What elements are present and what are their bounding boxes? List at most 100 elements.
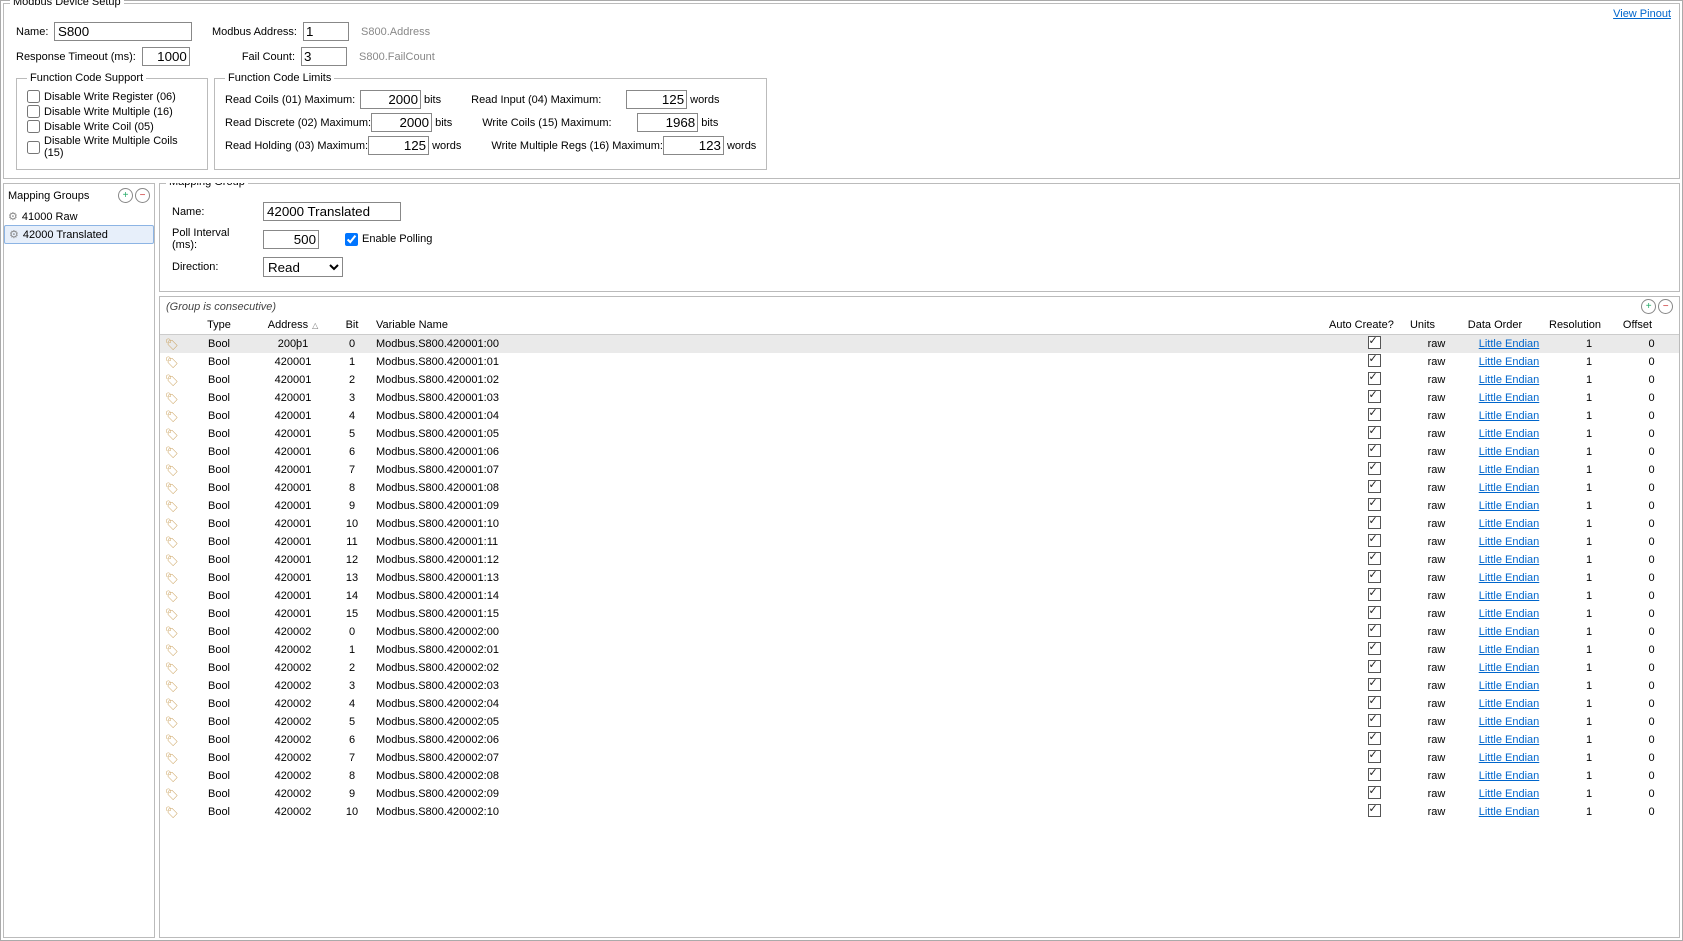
- auto-create-checkbox[interactable]: [1368, 354, 1381, 367]
- auto-create-checkbox[interactable]: [1368, 336, 1381, 349]
- auto-create-checkbox[interactable]: [1368, 390, 1381, 403]
- cell-address[interactable]: 420002: [254, 716, 332, 728]
- write-multi-max-input[interactable]: [663, 136, 724, 155]
- table-row[interactable]: 🏷Bool4200022Modbus.S800.420002:02rawLitt…: [160, 659, 1679, 677]
- data-order-link[interactable]: Little Endian: [1479, 734, 1540, 746]
- col-units[interactable]: Units: [1395, 316, 1450, 334]
- auto-create-checkbox[interactable]: [1368, 660, 1381, 673]
- table-row[interactable]: 🏷Bool42000115Modbus.S800.420001:15rawLit…: [160, 605, 1679, 623]
- remove-group-button[interactable]: −: [135, 188, 150, 203]
- table-row[interactable]: 🏷Bool42000111Modbus.S800.420001:11rawLit…: [160, 533, 1679, 551]
- add-row-button[interactable]: +: [1641, 299, 1656, 314]
- data-order-link[interactable]: Little Endian: [1479, 752, 1540, 764]
- data-order-link[interactable]: Little Endian: [1479, 338, 1540, 350]
- auto-create-checkbox[interactable]: [1368, 678, 1381, 691]
- group-name-input[interactable]: [263, 202, 401, 221]
- table-row[interactable]: 🏷Bool4200018Modbus.S800.420001:08rawLitt…: [160, 479, 1679, 497]
- cell-address[interactable]: 420001: [254, 536, 332, 548]
- view-pinout-link[interactable]: View Pinout: [1613, 8, 1671, 20]
- data-order-link[interactable]: Little Endian: [1479, 572, 1540, 584]
- cell-address[interactable]: 420002: [254, 770, 332, 782]
- cell-address[interactable]: 420001: [254, 554, 332, 566]
- auto-create-checkbox[interactable]: [1368, 588, 1381, 601]
- remove-row-button[interactable]: −: [1658, 299, 1673, 314]
- table-row[interactable]: 🏷Bool42000110Modbus.S800.420001:10rawLit…: [160, 515, 1679, 533]
- table-row[interactable]: 🏷Bool4200012Modbus.S800.420001:02rawLitt…: [160, 371, 1679, 389]
- auto-create-checkbox[interactable]: [1368, 804, 1381, 817]
- auto-create-checkbox[interactable]: [1368, 426, 1381, 439]
- table-row[interactable]: 🏷Bool4200023Modbus.S800.420002:03rawLitt…: [160, 677, 1679, 695]
- cell-address[interactable]: 420002: [254, 734, 332, 746]
- table-row[interactable]: 🏷Bool4200017Modbus.S800.420001:07rawLitt…: [160, 461, 1679, 479]
- col-auto-create[interactable]: Auto Create?: [1325, 316, 1395, 334]
- data-order-link[interactable]: Little Endian: [1479, 392, 1540, 404]
- cell-address[interactable]: 420001: [254, 410, 332, 422]
- col-resolution[interactable]: Resolution: [1540, 316, 1610, 334]
- mapping-group-item[interactable]: ⚙42000 Translated: [4, 225, 154, 244]
- support-checkbox[interactable]: [27, 141, 40, 154]
- cell-address[interactable]: 420001: [254, 500, 332, 512]
- grid-body[interactable]: 🏷Bool200þ10Modbus.S800.420001:00rawLittl…: [160, 335, 1679, 937]
- data-order-link[interactable]: Little Endian: [1479, 482, 1540, 494]
- data-order-link[interactable]: Little Endian: [1479, 698, 1540, 710]
- cell-address[interactable]: 420002: [254, 788, 332, 800]
- support-checkbox[interactable]: [27, 105, 40, 118]
- cell-address[interactable]: 420002: [254, 644, 332, 656]
- data-order-link[interactable]: Little Endian: [1479, 806, 1540, 818]
- data-order-link[interactable]: Little Endian: [1479, 356, 1540, 368]
- mapping-group-item[interactable]: ⚙41000 Raw: [4, 208, 154, 225]
- timeout-input[interactable]: [142, 47, 190, 66]
- support-checkbox[interactable]: [27, 120, 40, 133]
- data-order-link[interactable]: Little Endian: [1479, 518, 1540, 530]
- auto-create-checkbox[interactable]: [1368, 534, 1381, 547]
- table-row[interactable]: 🏷Bool4200015Modbus.S800.420001:05rawLitt…: [160, 425, 1679, 443]
- cell-address[interactable]: 420001: [254, 518, 332, 530]
- table-row[interactable]: 🏷Bool4200021Modbus.S800.420002:01rawLitt…: [160, 641, 1679, 659]
- table-row[interactable]: 🏷Bool42000210Modbus.S800.420002:10rawLit…: [160, 803, 1679, 821]
- data-order-link[interactable]: Little Endian: [1479, 500, 1540, 512]
- table-row[interactable]: 🏷Bool4200024Modbus.S800.420002:04rawLitt…: [160, 695, 1679, 713]
- col-address[interactable]: Address△: [254, 316, 332, 334]
- table-row[interactable]: 🏷Bool4200027Modbus.S800.420002:07rawLitt…: [160, 749, 1679, 767]
- table-row[interactable]: 🏷Bool42000112Modbus.S800.420001:12rawLit…: [160, 551, 1679, 569]
- write-coils-max-input[interactable]: [637, 113, 698, 132]
- enable-polling-checkbox[interactable]: [345, 233, 358, 246]
- table-row[interactable]: 🏷Bool200þ10Modbus.S800.420001:00rawLittl…: [160, 335, 1679, 353]
- col-variable[interactable]: Variable Name: [372, 316, 1325, 334]
- table-row[interactable]: 🏷Bool4200025Modbus.S800.420002:05rawLitt…: [160, 713, 1679, 731]
- auto-create-checkbox[interactable]: [1368, 408, 1381, 421]
- poll-interval-input[interactable]: [263, 230, 319, 249]
- data-order-link[interactable]: Little Endian: [1479, 788, 1540, 800]
- device-name-input[interactable]: [54, 22, 192, 41]
- cell-address[interactable]: 420001: [254, 572, 332, 584]
- auto-create-checkbox[interactable]: [1368, 732, 1381, 745]
- read-holding-max-input[interactable]: [368, 136, 429, 155]
- col-type[interactable]: Type: [184, 316, 254, 334]
- auto-create-checkbox[interactable]: [1368, 372, 1381, 385]
- data-order-link[interactable]: Little Endian: [1479, 662, 1540, 674]
- cell-address[interactable]: 420001: [254, 446, 332, 458]
- auto-create-checkbox[interactable]: [1368, 696, 1381, 709]
- auto-create-checkbox[interactable]: [1368, 552, 1381, 565]
- auto-create-checkbox[interactable]: [1368, 750, 1381, 763]
- auto-create-checkbox[interactable]: [1368, 714, 1381, 727]
- cell-address[interactable]: 420001: [254, 608, 332, 620]
- col-bit[interactable]: Bit: [332, 316, 372, 334]
- table-row[interactable]: 🏷Bool42000114Modbus.S800.420001:14rawLit…: [160, 587, 1679, 605]
- cell-address[interactable]: 420001: [254, 590, 332, 602]
- cell-address[interactable]: 420002: [254, 698, 332, 710]
- data-order-link[interactable]: Little Endian: [1479, 374, 1540, 386]
- table-row[interactable]: 🏷Bool4200026Modbus.S800.420002:06rawLitt…: [160, 731, 1679, 749]
- auto-create-checkbox[interactable]: [1368, 786, 1381, 799]
- table-row[interactable]: 🏷Bool4200019Modbus.S800.420001:09rawLitt…: [160, 497, 1679, 515]
- data-order-link[interactable]: Little Endian: [1479, 464, 1540, 476]
- data-order-link[interactable]: Little Endian: [1479, 554, 1540, 566]
- table-row[interactable]: 🏷Bool4200016Modbus.S800.420001:06rawLitt…: [160, 443, 1679, 461]
- data-order-link[interactable]: Little Endian: [1479, 626, 1540, 638]
- table-row[interactable]: 🏷Bool4200013Modbus.S800.420001:03rawLitt…: [160, 389, 1679, 407]
- cell-address[interactable]: 200þ1: [254, 338, 332, 350]
- cell-address[interactable]: 420002: [254, 752, 332, 764]
- cell-address[interactable]: 420002: [254, 680, 332, 692]
- col-offset[interactable]: Offset: [1610, 316, 1665, 334]
- cell-address[interactable]: 420001: [254, 374, 332, 386]
